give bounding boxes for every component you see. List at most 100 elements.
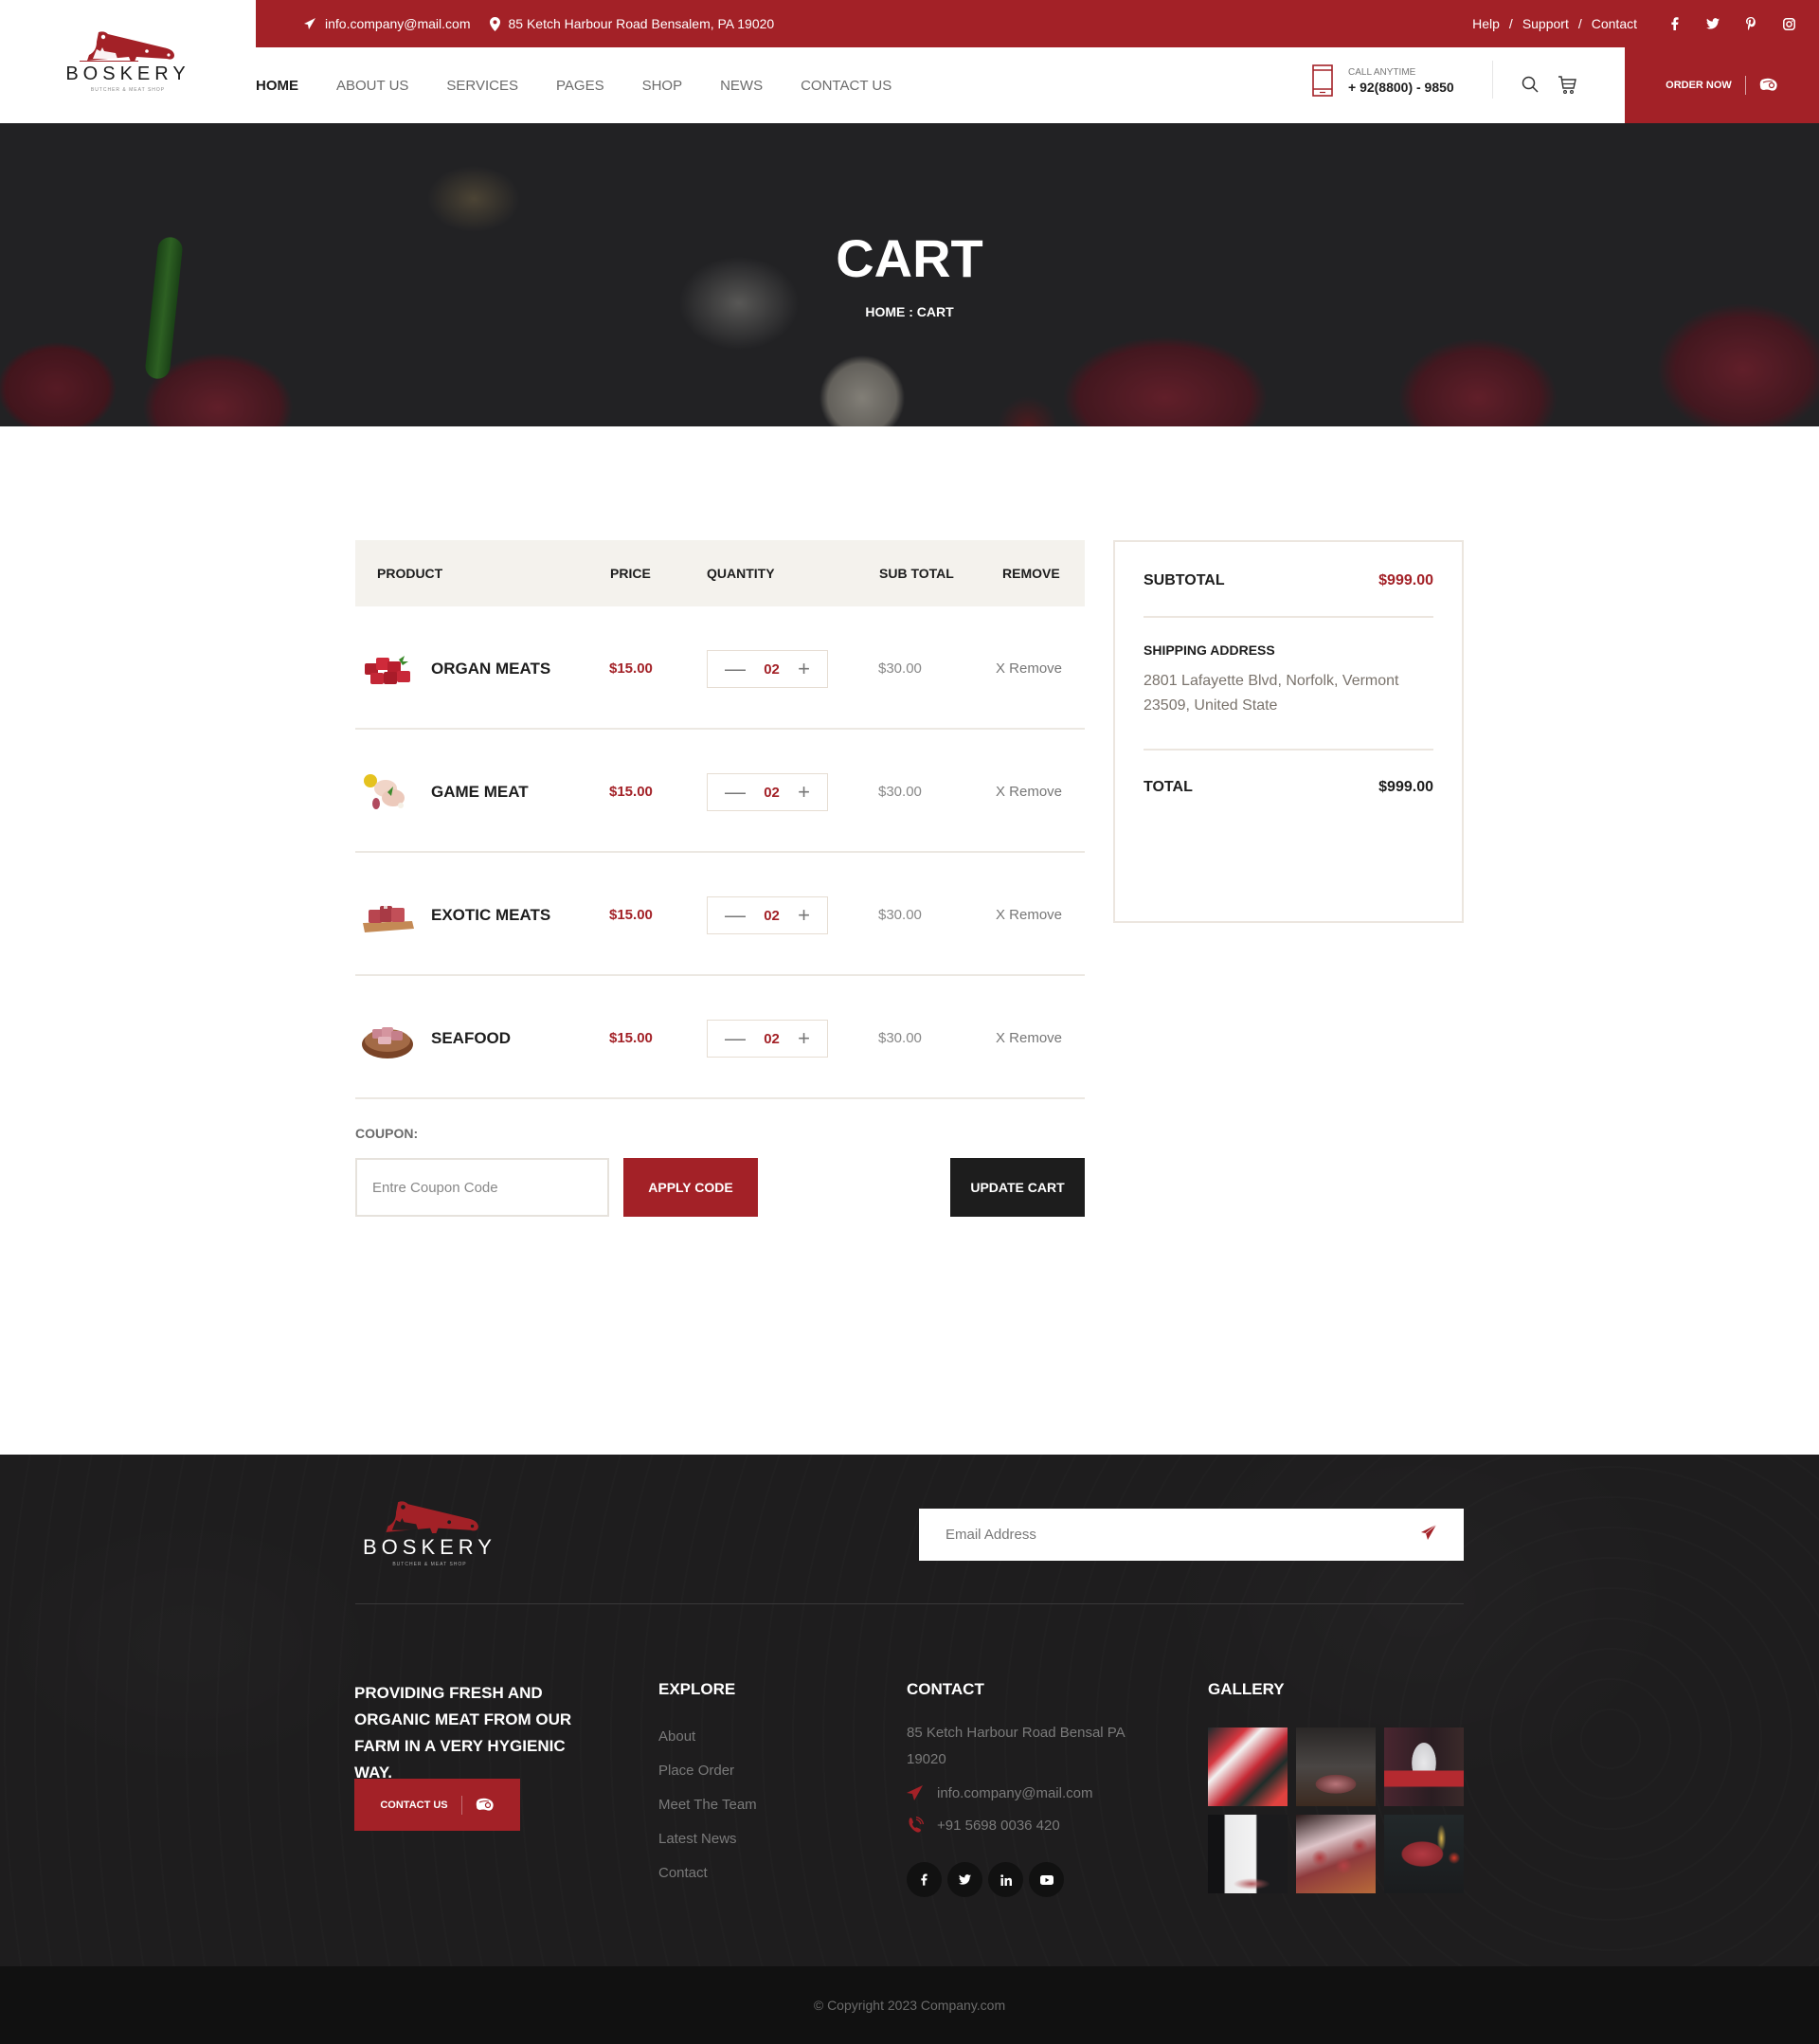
gallery-heading: GALLERY	[1208, 1680, 1285, 1698]
shipping-address-text: 2801 Lafayette Blvd, Norfolk, Vermont 23…	[1144, 673, 1399, 714]
gallery-image-diced-meat-with-oil[interactable]	[1384, 1815, 1464, 1893]
nav-menu: HOME ABOUT US SERVICES PAGES SHOP NEWS C…	[256, 78, 929, 94]
decrease-quantity-button[interactable]: —	[725, 1028, 746, 1049]
update-cart-button[interactable]: UPDATE CART	[950, 1158, 1085, 1217]
footer-contact-us-button[interactable]: CONTACT US	[354, 1779, 520, 1831]
cart-row: SEAFOOD $15.00 — 02 + $30.00 X Remove	[355, 976, 1085, 1099]
pinterest-icon[interactable]	[1743, 16, 1758, 31]
topbar-email-text: info.company@mail.com	[325, 16, 471, 31]
quantity-value[interactable]: 02	[764, 661, 780, 678]
gallery-image-butcher-knife-cutting[interactable]	[1208, 1815, 1288, 1893]
paper-plane-icon	[907, 1785, 923, 1800]
twitter-icon[interactable]	[1705, 16, 1720, 31]
product-price: $15.00	[609, 660, 653, 677]
logo[interactable]: BOSKERY BUTCHER & MEAT SHOP	[65, 30, 189, 93]
call-anytime[interactable]: CALL ANYTIME + 92(8800) - 9850	[1312, 64, 1454, 97]
footer-link-about[interactable]: About	[658, 1720, 757, 1754]
footer-link-place-order[interactable]: Place Order	[658, 1754, 757, 1788]
decrease-quantity-button[interactable]: —	[725, 905, 746, 926]
product-image-seafood	[362, 1027, 413, 1058]
nav-item-pages[interactable]: PAGES	[556, 78, 604, 94]
quantity-value[interactable]: 02	[764, 908, 780, 924]
linkedin-icon[interactable]	[988, 1862, 1023, 1897]
gallery-image-butcher-cleaver-cutting[interactable]	[1296, 1727, 1376, 1806]
product-name[interactable]: EXOTIC MEATS	[431, 906, 550, 925]
product-name[interactable]: GAME MEAT	[431, 783, 529, 802]
footer-link-contact[interactable]: Contact	[658, 1856, 757, 1890]
contact-heading: CONTACT	[907, 1680, 984, 1698]
instagram-icon[interactable]	[1781, 16, 1796, 31]
search-icon[interactable]	[1522, 76, 1539, 99]
product-subtotal: $30.00	[878, 660, 922, 677]
remove-item-button[interactable]: X Remove	[996, 784, 1062, 800]
nav-item-contact-us[interactable]: CONTACT US	[801, 78, 891, 94]
apply-code-button[interactable]: APPLY CODE	[623, 1158, 758, 1217]
quantity-value[interactable]: 02	[764, 785, 780, 801]
decrease-quantity-button[interactable]: —	[725, 659, 746, 679]
nav-icons	[1522, 76, 1576, 99]
facebook-icon[interactable]	[907, 1862, 942, 1897]
footer-link-meet-the-team[interactable]: Meet The Team	[658, 1788, 757, 1822]
remove-item-button[interactable]: X Remove	[996, 907, 1062, 923]
nav-item-services[interactable]: SERVICES	[446, 78, 518, 94]
product-subtotal: $30.00	[878, 907, 922, 923]
increase-quantity-button[interactable]: +	[798, 782, 810, 803]
twitter-icon[interactable]	[947, 1862, 982, 1897]
facebook-icon[interactable]	[1667, 16, 1683, 31]
product-name[interactable]: ORGAN MEATS	[431, 660, 550, 678]
gallery-image-packaged-meat-trays[interactable]	[1208, 1727, 1288, 1806]
contact-details: 85 Ketch Harbour Road Bensal PA 19020 in…	[907, 1720, 1125, 1837]
nav-item-news[interactable]: NEWS	[720, 78, 763, 94]
footer-logo[interactable]: BOSKERY BUTCHER & MEAT SHOP	[363, 1500, 496, 1567]
steak-icon	[1759, 78, 1777, 91]
topbar-address-text: 85 Ketch Harbour Road Bensalem, PA 19020	[508, 16, 775, 31]
newsletter-form	[919, 1509, 1464, 1561]
footer-phone[interactable]: +91 5698 0036 420	[907, 1813, 1125, 1837]
footer-divider	[355, 1603, 1464, 1604]
quantity-value[interactable]: 02	[764, 1031, 780, 1047]
gallery-image-raw-steaks-gloved-hands[interactable]	[1296, 1815, 1376, 1893]
button-divider	[460, 1795, 462, 1815]
remove-item-button[interactable]: X Remove	[996, 660, 1062, 677]
order-now-button[interactable]: ORDER NOW	[1625, 47, 1819, 123]
cleaver-logo-icon	[80, 31, 174, 62]
topbar-link-contact[interactable]: Contact	[1592, 16, 1637, 31]
quantity-stepper: — 02 +	[707, 1020, 828, 1058]
decrease-quantity-button[interactable]: —	[725, 782, 746, 803]
topbar-email[interactable]: info.company@mail.com	[303, 16, 471, 31]
topbar-link-support[interactable]: Support	[1522, 16, 1569, 31]
nav-item-home[interactable]: HOME	[256, 78, 298, 94]
cart-icon[interactable]	[1558, 76, 1576, 99]
product-name[interactable]: SEAFOOD	[431, 1029, 511, 1048]
footer-link-latest-news[interactable]: Latest News	[658, 1822, 757, 1856]
order-now-label: ORDER NOW	[1666, 80, 1732, 91]
column-header-remove: REMOVE	[1002, 566, 1060, 581]
increase-quantity-button[interactable]: +	[798, 659, 810, 679]
footer-email[interactable]: info.company@mail.com	[907, 1781, 1125, 1805]
footer-gallery-column: GALLERY	[1208, 1680, 1464, 1893]
nav-item-shop[interactable]: SHOP	[642, 78, 683, 94]
topbar-links: Help / Support / Contact	[1472, 16, 1637, 31]
contact-us-label: CONTACT US	[380, 1799, 448, 1811]
increase-quantity-button[interactable]: +	[798, 905, 810, 926]
total-row: TOTAL $999.00	[1144, 751, 1433, 824]
breadcrumb: HOME : CART	[865, 304, 954, 319]
footer-phone-text: +91 5698 0036 420	[937, 1817, 1060, 1834]
quantity-stepper: — 02 +	[707, 650, 828, 688]
topbar-address: 85 Ketch Harbour Road Bensalem, PA 19020	[489, 16, 775, 31]
main-nav: HOME ABOUT US SERVICES PAGES SHOP NEWS C…	[256, 47, 1625, 123]
footer-contact-column: CONTACT 85 Ketch Harbour Road Bensal PA …	[907, 1680, 1125, 1897]
send-icon[interactable]	[1420, 1524, 1437, 1546]
footer-tagline: PROVIDING FRESH AND ORGANIC MEAT FROM OU…	[354, 1684, 572, 1782]
column-header-price: PRICE	[610, 566, 651, 581]
nav-item-about-us[interactable]: ABOUT US	[336, 78, 408, 94]
youtube-icon[interactable]	[1029, 1862, 1064, 1897]
coupon-code-input[interactable]	[355, 1158, 609, 1217]
nav-divider	[1492, 61, 1493, 99]
cart-table-header: PRODUCT PRICE QUANTITY SUB TOTAL REMOVE	[355, 540, 1085, 606]
increase-quantity-button[interactable]: +	[798, 1028, 810, 1049]
newsletter-email-input[interactable]	[946, 1527, 1420, 1543]
gallery-image-butcher-holding-crate[interactable]	[1384, 1727, 1464, 1806]
remove-item-button[interactable]: X Remove	[996, 1030, 1062, 1046]
topbar-link-help[interactable]: Help	[1472, 16, 1500, 31]
